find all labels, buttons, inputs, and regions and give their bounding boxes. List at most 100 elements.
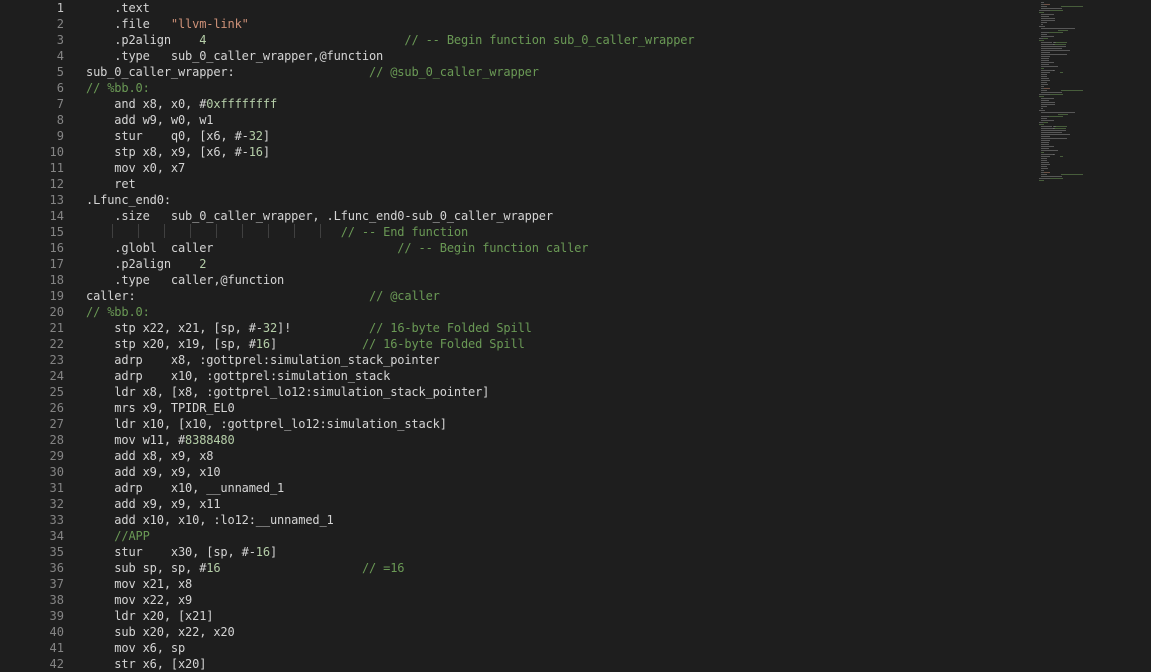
code-line[interactable]: .size sub_0_caller_wrapper, .Lfunc_end0-… [86, 208, 553, 224]
minimap-line [1058, 30, 1069, 31]
line-number: 29 [49, 449, 64, 463]
minimap[interactable] [1035, 0, 1151, 672]
minimap-line [1041, 78, 1049, 79]
minimap-line [1043, 172, 1050, 173]
minimap-line [1045, 90, 1048, 91]
minimap-line [1041, 70, 1052, 71]
minimap-line [1041, 14, 1049, 15]
minimap-line [1041, 18, 1052, 19]
minimap-line [1041, 8, 1062, 9]
minimap-line [1039, 124, 1044, 125]
minimap-line [1041, 92, 1062, 93]
indent-guide [242, 224, 243, 238]
code-line[interactable]: str x6, [x20] [86, 656, 206, 672]
minimap-line [1041, 62, 1055, 63]
code-line[interactable]: .p2align 2 [86, 256, 206, 272]
code-line[interactable]: sub_0_caller_wrapper: // @sub_0_caller_w… [86, 64, 539, 80]
code-line[interactable]: .p2align 4 // -- Begin function sub_0_ca… [86, 32, 694, 48]
code-area[interactable]: .text .file "llvm-link" .p2align 4 // --… [86, 0, 1026, 672]
code-token: .type sub_0_caller_wrapper,@function [86, 49, 384, 63]
code-line[interactable]: // %bb.0: [86, 80, 150, 96]
code-line[interactable]: sub x20, x22, x20 [86, 624, 234, 640]
code-line[interactable]: add x8, x9, x8 [86, 448, 213, 464]
code-line[interactable]: add w9, w0, w1 [86, 112, 213, 128]
code-line[interactable]: add x10, x10, :lo12:__unnamed_1 [86, 512, 334, 528]
minimap-line [1046, 140, 1051, 141]
code-line[interactable]: stur q0, [x6, #-32] [86, 128, 270, 144]
minimap-line [1045, 174, 1048, 175]
code-line[interactable]: .type caller,@function [86, 272, 284, 288]
line-number: 22 [49, 337, 64, 351]
minimap-line [1053, 44, 1066, 45]
code-line[interactable]: adrp x8, :gottprel:simulation_stack_poin… [86, 352, 440, 368]
code-line[interactable]: caller: // @caller [86, 288, 440, 304]
line-number: 39 [49, 609, 64, 623]
line-number: 17 [49, 257, 64, 271]
minimap-line [1041, 60, 1050, 61]
code-line[interactable]: mov x0, x7 [86, 160, 185, 176]
code-line[interactable]: .file "llvm-link" [86, 16, 249, 32]
code-line[interactable]: ret [86, 176, 135, 192]
code-line[interactable]: .text [86, 0, 150, 16]
code-line[interactable]: mov x22, x9 [86, 592, 192, 608]
code-line[interactable]: stp x20, x19, [sp, #16] // 16-byte Folde… [86, 336, 525, 352]
code-token: .type caller,@function [86, 273, 285, 287]
code-line[interactable]: ldr x20, [x21] [86, 608, 213, 624]
code-line[interactable]: add x9, x9, x10 [86, 464, 220, 480]
code-token: stur q0, [x6, #- [86, 129, 249, 143]
minimap-line [1041, 84, 1049, 85]
code-editor[interactable]: 1 2 3 4 5 6 7 8 9 10 11 12 13 14 15 16 17 18 19 20 21 22 23 24 2… [0, 0, 1151, 672]
code-line[interactable]: // -- End function [86, 224, 468, 240]
code-token: // 16-byte Folded Spill [361, 337, 525, 351]
minimap-line [1041, 168, 1049, 169]
line-number: 21 [49, 321, 64, 335]
code-token: ] [269, 337, 362, 351]
code-line[interactable]: mov x6, sp [86, 640, 185, 656]
minimap-line [1042, 38, 1049, 39]
code-line[interactable]: // %bb.0: [86, 304, 150, 320]
indent-guide [164, 224, 165, 238]
minimap-line [1060, 72, 1064, 73]
code-token: .file [86, 17, 171, 31]
code-token: adrp x10, :gottprel:simulation_stack [86, 369, 391, 383]
minimap-line [1041, 100, 1049, 101]
indent-guide [138, 224, 139, 238]
line-number: 30 [49, 465, 64, 479]
minimap-line [1042, 122, 1049, 123]
minimap-line [1061, 6, 1084, 7]
line-number: 8 [56, 113, 64, 127]
code-token: //APP [86, 529, 150, 543]
code-line[interactable]: stur x30, [sp, #-16] [86, 544, 277, 560]
code-line[interactable]: mov w11, #8388480 [86, 432, 234, 448]
code-line[interactable]: stp x8, x9, [x6, #-16] [86, 144, 270, 160]
code-token: 16 [206, 561, 221, 575]
line-number: 18 [49, 273, 64, 287]
code-line[interactable]: mrs x9, TPIDR_EL0 [86, 400, 234, 416]
minimap-line [1041, 54, 1067, 55]
code-line[interactable]: .Lfunc_end0: [86, 192, 171, 208]
code-line[interactable]: and x8, x0, #0xffffffff [86, 96, 277, 112]
minimap-line [1043, 88, 1050, 89]
minimap-line [1041, 64, 1050, 65]
minimap-line [1039, 26, 1046, 27]
code-token: stp x20, x19, [sp, # [86, 337, 256, 351]
code-line[interactable]: mov x21, x8 [86, 576, 192, 592]
indent-guide [190, 224, 191, 238]
code-line[interactable]: adrp x10, __unnamed_1 [86, 480, 284, 496]
code-line[interactable]: ldr x8, [x8, :gottprel_lo12:simulation_s… [86, 384, 489, 400]
code-token: mov x6, sp [86, 641, 186, 655]
minimap-line [1039, 178, 1051, 179]
line-number: 27 [49, 417, 64, 431]
code-line[interactable]: adrp x10, :gottprel:simulation_stack [86, 368, 390, 384]
code-token: ldr x8, [x8, :gottprel_lo12:simulation_s… [86, 385, 490, 399]
code-line[interactable]: .globl caller // -- Begin function calle… [86, 240, 588, 256]
code-line[interactable]: add x9, x9, x11 [86, 496, 220, 512]
code-line[interactable]: stp x22, x21, [sp, #-32]! // 16-byte Fol… [86, 320, 532, 336]
code-token: add x10, x10, :lo12:__unnamed_1 [86, 513, 334, 527]
code-line[interactable]: ldr x10, [x10, :gottprel_lo12:simulation… [86, 416, 447, 432]
code-line[interactable]: sub sp, sp, #16 // =16 [86, 560, 404, 576]
minimap-line [1039, 110, 1046, 111]
code-line[interactable]: //APP [86, 528, 150, 544]
minimap-line [1041, 164, 1051, 165]
code-line[interactable]: .type sub_0_caller_wrapper,@function [86, 48, 383, 64]
